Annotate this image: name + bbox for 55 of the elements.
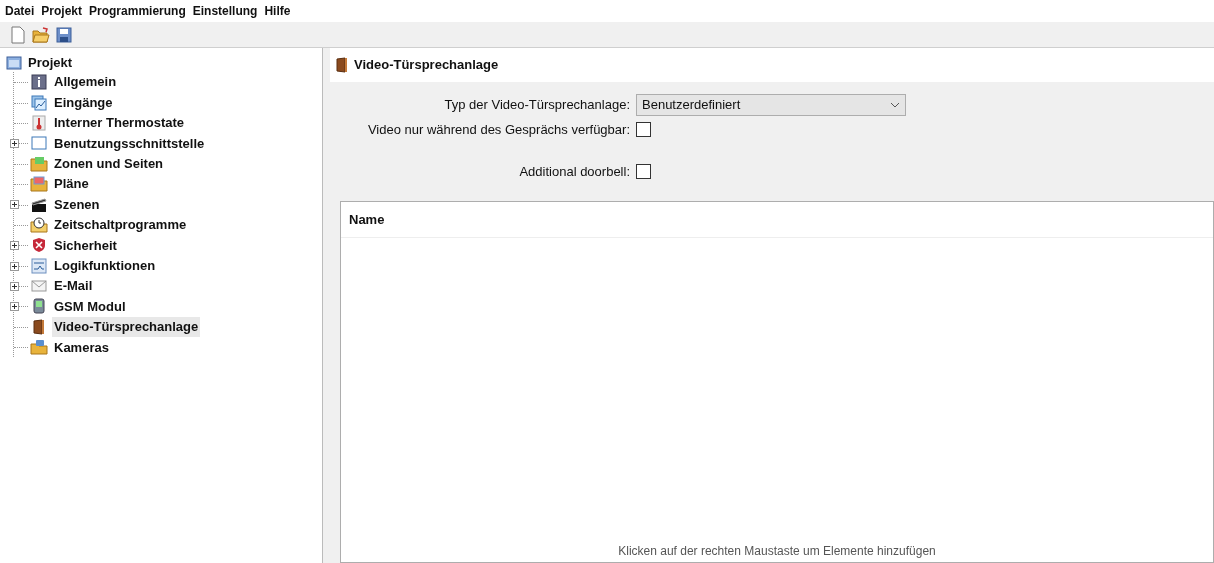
- menu-item[interactable]: Einstellung: [191, 2, 259, 20]
- folder-map-icon: [30, 176, 48, 193]
- tree-item[interactable]: Projekt: [27, 53, 74, 73]
- expand-icon[interactable]: [10, 261, 19, 271]
- door-icon: [33, 318, 45, 335]
- folder-camera-icon: [30, 339, 48, 356]
- checkbox[interactable]: [636, 163, 651, 179]
- checkbox[interactable]: [636, 122, 651, 138]
- expand-icon[interactable]: [10, 139, 19, 149]
- field-label: Typ der Video-Türsprechanlage:: [443, 96, 630, 115]
- tree-item[interactable]: Zonen und Seiten: [52, 154, 166, 174]
- phone-icon: [33, 298, 45, 315]
- window-icon: [31, 136, 47, 151]
- logic-diagram-icon: [31, 257, 47, 274]
- tree-item[interactable]: Video-Türsprechanlage: [52, 317, 201, 337]
- tree-item[interactable]: Eingänge: [52, 92, 115, 113]
- shield-icon: [31, 237, 47, 254]
- chart-window-icon: [31, 94, 47, 111]
- tree-item[interactable]: Sicherheit: [52, 235, 119, 256]
- menu-item[interactable]: Hilfe: [263, 2, 292, 20]
- menu-item[interactable]: Datei: [4, 2, 36, 20]
- tree-item[interactable]: Allgemein: [52, 72, 119, 92]
- column-header[interactable]: Name: [349, 209, 385, 230]
- new-file-icon[interactable]: [10, 25, 26, 44]
- folder-grid-icon: [30, 155, 48, 172]
- project-window-icon: [6, 56, 22, 70]
- open-folder-icon[interactable]: [32, 26, 50, 43]
- tree-item[interactable]: E-Mail: [52, 276, 95, 296]
- tree-item[interactable]: GSM Modul: [52, 296, 128, 317]
- tree-item[interactable]: Pläne: [52, 174, 91, 194]
- tree-item[interactable]: Interner Thermostate: [52, 113, 187, 133]
- panel-title: Video-Türsprechanlage: [354, 56, 499, 75]
- empty-table-hint: Klicken auf der rechten Maustaste um Elemente hinzufügen: [618, 543, 936, 560]
- expand-icon[interactable]: [10, 302, 19, 312]
- tree-item[interactable]: Zeitschaltprogramme: [52, 215, 189, 235]
- clapperboard-icon: [30, 196, 48, 213]
- field-label: Additional doorbell:: [518, 162, 630, 181]
- door-icon: [336, 57, 348, 73]
- folder-clock-icon: [30, 216, 48, 233]
- menu-item[interactable]: Programmierung: [88, 2, 187, 20]
- chevron-down-icon: [890, 102, 900, 108]
- expand-icon[interactable]: [10, 200, 19, 210]
- tree-item[interactable]: Benutzungsschnittstelle: [52, 133, 207, 154]
- info-icon: [31, 74, 47, 91]
- menu-item[interactable]: Projekt: [40, 2, 84, 20]
- type-dropdown[interactable]: Benutzerdefiniert: [636, 94, 906, 116]
- thermometer-icon: [31, 114, 47, 131]
- expand-icon[interactable]: [10, 281, 19, 291]
- field-label: Video nur während des Gesprächs verfügbar:: [366, 121, 630, 139]
- expand-icon[interactable]: [10, 241, 19, 251]
- tree-item[interactable]: Logikfunktionen: [52, 255, 158, 276]
- tree-item[interactable]: Kameras: [52, 337, 111, 357]
- envelope-icon: [31, 280, 47, 293]
- save-icon[interactable]: [56, 26, 72, 43]
- tree-item[interactable]: Szenen: [52, 194, 102, 215]
